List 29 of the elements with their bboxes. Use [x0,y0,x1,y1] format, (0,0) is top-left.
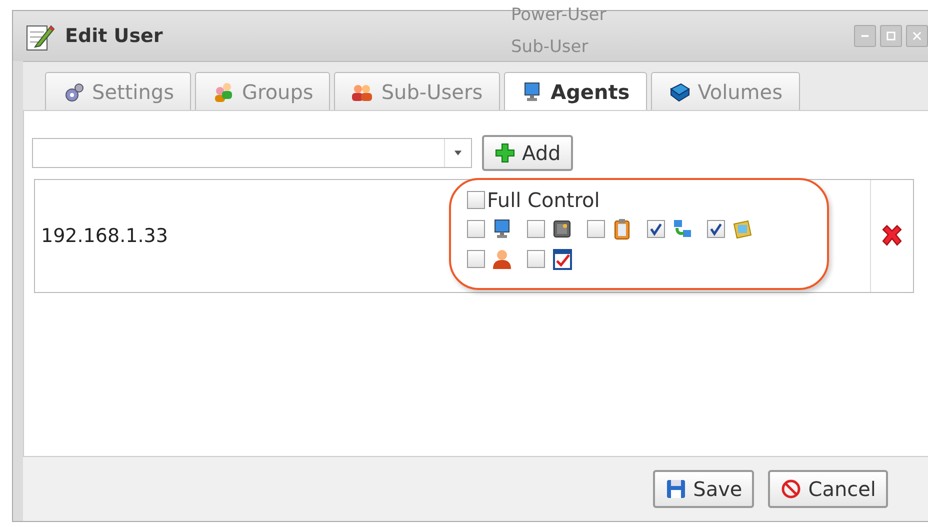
checkbox[interactable] [527,250,545,268]
cancel-button[interactable]: Cancel [768,470,888,508]
close-icon [911,30,923,42]
save-button[interactable]: Save [653,470,754,508]
picture-icon [731,218,753,240]
checkbox[interactable] [467,220,485,238]
add-button[interactable]: Add [482,135,573,171]
close-button[interactable] [906,25,928,47]
safe-icon [551,218,573,240]
checkbox[interactable] [527,220,545,238]
checkbox[interactable] [647,220,665,238]
table-cell-text: 192.168.1.33 [40,224,169,249]
checkbox[interactable] [467,191,485,209]
checkbox[interactable] [467,250,485,268]
person-icon [491,248,513,270]
maximize-icon [885,30,897,42]
checklist-icon [551,248,573,270]
checkbox[interactable] [707,220,725,238]
maximize-button[interactable] [880,25,902,47]
checkbox[interactable] [587,220,605,238]
people-icon [212,80,234,102]
minimize-button[interactable] [854,25,876,47]
agent-combo-field[interactable] [32,138,472,168]
window-title: Edit User [65,25,163,47]
no-entry-icon [780,478,802,500]
plus-icon [494,142,516,164]
tab[interactable]: Agents [504,72,647,110]
network-icon [671,218,693,240]
checkbox-label: Full Control [487,188,600,212]
